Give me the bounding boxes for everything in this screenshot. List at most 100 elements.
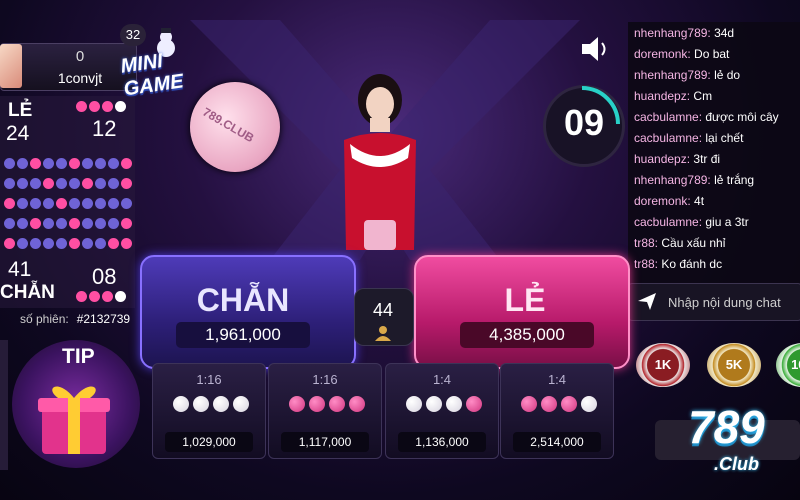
chat-username: doremonk: (634, 47, 691, 61)
tip-label: TIP (62, 345, 95, 368)
dice-ball (466, 396, 482, 412)
history-dot (69, 198, 80, 209)
history-dot (43, 178, 54, 189)
history-dot (56, 218, 67, 229)
chip-5k[interactable]: 5K (707, 343, 761, 387)
history-dot (108, 178, 119, 189)
history-dot (17, 238, 28, 249)
chat-placeholder: Nhập nội dung chat (668, 295, 781, 310)
chat-username: tr88: (634, 257, 659, 271)
history-dot (69, 218, 80, 229)
players-count: 44 (372, 300, 394, 320)
chat-message: tr88: Ko đánh dc (634, 257, 722, 271)
gift-icon (38, 386, 110, 454)
dice-ball (329, 396, 345, 412)
chat-username: nhenhang789: (634, 173, 711, 187)
history-dot (17, 178, 28, 189)
history-dot (121, 158, 132, 169)
history-dot (82, 198, 93, 209)
history-dot (4, 198, 15, 209)
history-dot (43, 218, 54, 229)
history-dot (43, 198, 54, 209)
history-dot (17, 198, 28, 209)
history-dot (69, 238, 80, 249)
history-dot (82, 238, 93, 249)
history-dot (95, 158, 106, 169)
history-dot (95, 238, 106, 249)
history-dot (30, 218, 41, 229)
avatar[interactable] (0, 44, 22, 88)
chan-bet-label: CHẴN (196, 282, 290, 318)
side-bet-ratio: 1:16 (196, 372, 222, 387)
chat-username: huandepz: (634, 152, 691, 166)
history-dot (115, 291, 126, 302)
history-dot (108, 238, 119, 249)
left-edge-strip (0, 340, 8, 470)
chat-username: tr88: (634, 236, 659, 250)
history-dot (121, 178, 132, 189)
side-bet-ratio: 1:4 (547, 372, 567, 387)
history-dot (102, 101, 113, 112)
side-bet-amount: 2,514,000 (513, 432, 601, 452)
side-bet-3[interactable]: 1:4 1,136,000 (385, 363, 499, 459)
session-info: số phiên: #2132739 (20, 312, 130, 326)
chat-text: 3tr đi (690, 152, 721, 166)
brand-logo: 789 .Club (680, 400, 800, 490)
history-dot (56, 158, 67, 169)
side-bet-amount: 1,117,000 (281, 432, 369, 452)
chat-username: doremonk: (634, 194, 691, 208)
chat-text: lại chết (702, 131, 744, 145)
history-dot (69, 178, 80, 189)
history-dot (56, 198, 67, 209)
chat-text: lẻ do (710, 68, 741, 82)
dice-ball (446, 396, 462, 412)
dice-ball (581, 396, 597, 412)
history-dot (4, 158, 15, 169)
chat-text: giu a 3tr (702, 215, 749, 229)
session-label: số phiên: (20, 312, 69, 326)
logo-suffix: .Club (714, 454, 759, 474)
chat-text: được môi cây (702, 110, 779, 124)
side-bet-ratio: 1:16 (312, 372, 338, 387)
logo-number: 789 (688, 401, 765, 453)
chat-message: cacbulamne: giu a 3tr (634, 215, 749, 229)
side-bet-ratio: 1:4 (432, 372, 452, 387)
chip-1k[interactable]: 1K (636, 343, 690, 387)
history-dot (4, 178, 15, 189)
dice-ball (561, 396, 577, 412)
chat-message: cacbulamne: được môi cây (634, 110, 779, 124)
history-dot (82, 218, 93, 229)
history-dot (121, 238, 132, 249)
history-dot (30, 238, 41, 249)
countdown-timer: 09 (563, 102, 605, 143)
history-dot (56, 238, 67, 249)
online-count: 32 (120, 24, 146, 46)
dice-ball (406, 396, 422, 412)
chat-username: nhenhang789: (634, 26, 711, 40)
side-bet-4[interactable]: 1:4 2,514,000 (500, 363, 614, 459)
history-dot (95, 198, 106, 209)
history-dot (82, 178, 93, 189)
side-bet-1[interactable]: 1:16 1,029,000 (152, 363, 266, 459)
sound-icon[interactable] (578, 34, 612, 64)
side-bet-2[interactable]: 1:16 1,117,000 (268, 363, 382, 459)
chat-message: tr88: Cầu xấu nhỉ (634, 236, 725, 250)
chat-message: cacbulamne: lại chết (634, 131, 743, 145)
side-bet-amount: 1,029,000 (165, 432, 253, 452)
dealer-figure (344, 74, 416, 250)
history-dot (17, 218, 28, 229)
side-bet-amount: 1,136,000 (398, 432, 486, 452)
history-dot (115, 101, 126, 112)
chat-username: huandepz: (634, 89, 691, 103)
dice-ball (541, 396, 557, 412)
le-bet-total: 4,385,000 (460, 322, 594, 348)
history-dot (89, 291, 100, 302)
dice-ball (521, 396, 537, 412)
dice-ball (193, 396, 209, 412)
username: 1convjt (57, 70, 103, 86)
history-dot (108, 198, 119, 209)
send-icon[interactable] (636, 290, 658, 312)
dice-ball (349, 396, 365, 412)
history-dot (69, 158, 80, 169)
history-dot (95, 178, 106, 189)
